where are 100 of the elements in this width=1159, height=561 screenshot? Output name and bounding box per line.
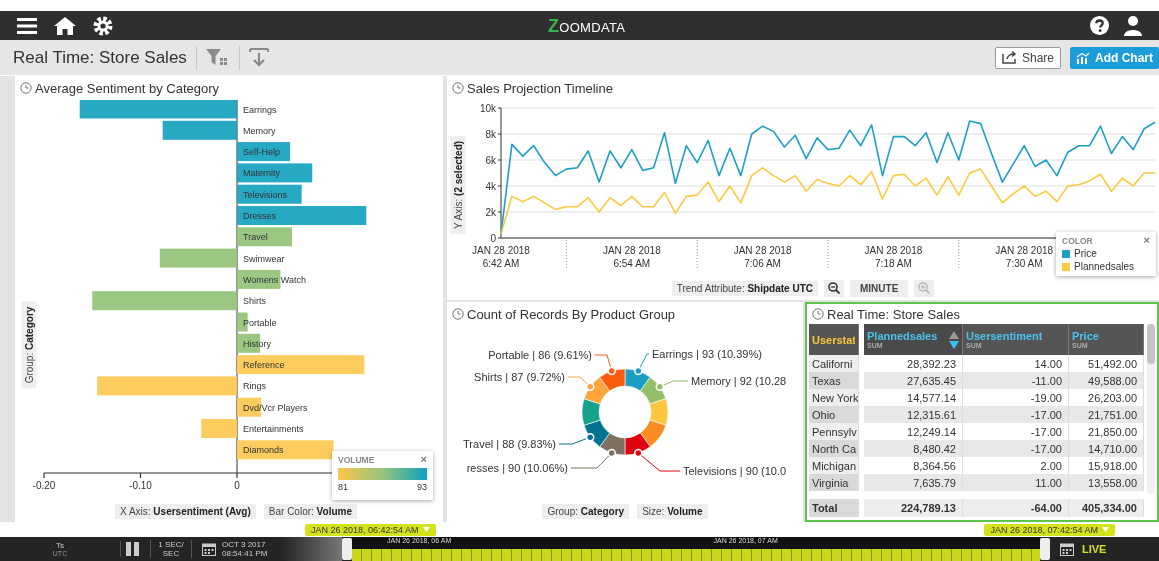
axis-label[interactable]: Y Axis: (2 selected) — [450, 135, 466, 235]
donut-slice[interactable] — [581, 398, 601, 426]
rate-label[interactable]: SEC — [162, 549, 180, 558]
donut-slice[interactable] — [624, 432, 651, 456]
table-cell: -11.00 — [963, 372, 1069, 389]
bar[interactable] — [237, 440, 334, 460]
panel-title: Real Time: Store Sales — [827, 306, 960, 322]
bar[interactable] — [237, 142, 291, 162]
size-label[interactable]: Size: Volume — [637, 503, 708, 519]
table-cell: 27,635.45 — [864, 372, 963, 389]
sort-icon[interactable] — [949, 329, 959, 350]
group-label[interactable]: Group: Category — [542, 503, 630, 519]
donut-slice[interactable] — [583, 376, 610, 405]
bar[interactable] — [237, 163, 313, 183]
calendar-icon[interactable] — [202, 542, 216, 556]
close-button[interactable]: × — [1143, 236, 1150, 246]
table-cell: 8,480.42 — [864, 440, 963, 457]
table-cell: Virginia — [809, 474, 859, 491]
panel-title: Count of Records By Product Group — [467, 306, 676, 322]
bar[interactable] — [237, 184, 302, 204]
slice-label: resses | 90 (10.06%) — [466, 462, 568, 474]
zoom-out-button[interactable] — [824, 279, 844, 297]
end-time-label[interactable]: JAN 26 2018, 07:42:54 AM — [984, 523, 1115, 536]
category-label: Entertainments — [243, 424, 304, 434]
donut-slice[interactable] — [640, 419, 667, 448]
table-cell: Texas — [809, 372, 859, 389]
bar[interactable] — [237, 355, 365, 375]
start-time-label[interactable]: JAN 26 2018, 06:42:54 AM — [305, 523, 436, 536]
download-icon[interactable] — [248, 47, 269, 68]
slice-label: Portable | 86 (9.61%) — [488, 349, 592, 361]
table-cell: Michigan — [809, 457, 859, 474]
scrollbar[interactable] — [1147, 324, 1155, 494]
time-label: 08:54:41 PM — [222, 549, 269, 558]
settings-icon[interactable] — [93, 15, 113, 36]
donut-slice[interactable] — [599, 432, 626, 456]
axis-label[interactable]: X Axis: Usersentiment (Avg) — [115, 503, 256, 519]
tick-label: -0.10 — [129, 480, 152, 491]
tick-label: 2k — [485, 207, 496, 218]
donut-slice[interactable] — [599, 368, 626, 392]
filter-icon[interactable] — [205, 48, 230, 67]
table-cell: 49,588.00 — [1069, 372, 1144, 389]
table-cell: 13,558.00 — [1069, 474, 1144, 491]
slice-label: Shirts | 87 (9.72%) — [474, 371, 565, 383]
donut-slice[interactable] — [640, 376, 667, 405]
home-icon[interactable] — [54, 16, 76, 35]
clock-icon — [20, 82, 32, 94]
table-cell: North Ca — [809, 440, 859, 457]
column-title: Plannedsales — [867, 330, 938, 342]
range-handle[interactable] — [1040, 538, 1050, 560]
calendar-icon[interactable] — [1060, 542, 1074, 556]
tick-label: 6k — [485, 155, 496, 166]
live-button[interactable]: LIVE — [1082, 543, 1107, 555]
table-cell: 7,635.79 — [864, 474, 963, 491]
column-header[interactable]: Userstat — [809, 324, 859, 355]
total-cell: -64.00 — [963, 499, 1069, 517]
bar[interactable] — [237, 227, 292, 247]
table-cell: -17.00 — [963, 406, 1069, 423]
category-label: Swimwear — [243, 253, 285, 264]
logo: ZOOMDATA — [548, 16, 626, 37]
table-cell: New York — [809, 389, 859, 406]
share-icon — [1001, 51, 1018, 64]
timezone-label: Ts — [56, 541, 64, 550]
tick-label: 4k — [485, 181, 496, 192]
caret-icon — [422, 527, 430, 532]
user-icon[interactable] — [1124, 15, 1142, 36]
legend-swatch — [1062, 249, 1070, 258]
color-label[interactable]: Bar Color: Volume — [263, 503, 357, 519]
tick-label: JAN 28 2018 7:30 AM — [995, 245, 1054, 269]
trend-attribute[interactable]: Trend Attribute: Shipdate UTC — [671, 280, 818, 296]
column-title: Usersentiment — [966, 330, 1043, 342]
share-button[interactable]: Share — [994, 46, 1061, 69]
help-icon[interactable] — [1090, 16, 1109, 35]
clock-icon — [452, 82, 464, 94]
axis-label[interactable]: Group: Category — [21, 301, 37, 389]
slice-label: Earrings | 93 (10.39%) — [652, 348, 762, 360]
slice-label: Travel | 88 (9.83%) — [463, 438, 556, 450]
timeline-shade — [282, 537, 342, 561]
category-label: Reference — [243, 360, 285, 371]
range-handle[interactable] — [342, 538, 352, 560]
category-label: Earrings — [243, 104, 277, 115]
close-button[interactable]: × — [420, 455, 427, 465]
menu-icon[interactable] — [17, 17, 37, 34]
pause-icon[interactable] — [126, 542, 140, 556]
tick-label: 10k — [479, 103, 496, 114]
table-cell: Pennsylv — [809, 423, 859, 440]
table-cell: -17.00 — [963, 440, 1069, 457]
category-label: Dresses — [243, 211, 276, 221]
total-cell: Total — [809, 499, 859, 517]
tick-label: -0.20 — [32, 480, 56, 491]
table-cell: 12,315.61 — [864, 406, 963, 423]
category-label: Travel — [243, 232, 268, 243]
table-cell: 14,710.00 — [1069, 440, 1144, 457]
donut-slice[interactable] — [583, 419, 610, 448]
table-cell: 11.00 — [963, 474, 1069, 491]
interval-button[interactable]: MINUTE — [850, 279, 909, 297]
rate-label[interactable]: 1 SEC/ — [158, 540, 184, 549]
column-title: Userstat — [812, 333, 855, 346]
panel-title: Sales Projection Timeline — [467, 80, 613, 96]
legend-label: Price — [1074, 248, 1097, 259]
bar[interactable] — [237, 269, 281, 289]
